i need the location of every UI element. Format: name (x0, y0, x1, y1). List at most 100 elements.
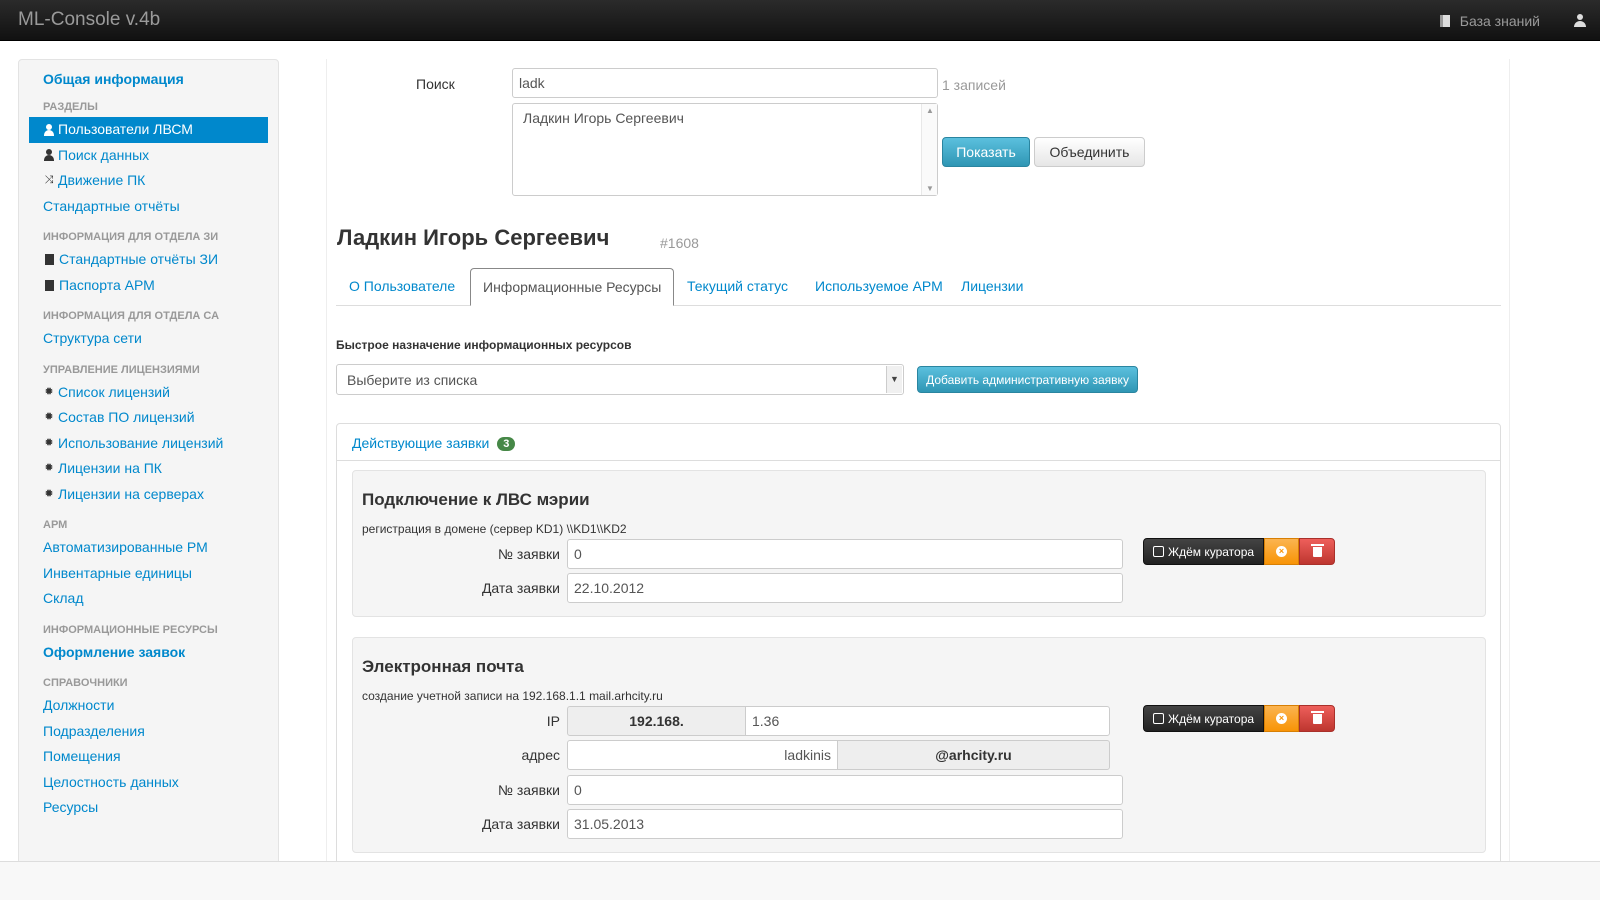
merge-button[interactable]: Объединить (1034, 137, 1145, 167)
resource-select-value: Выберите из списка (347, 372, 478, 388)
sidebar-item-license-software[interactable]: ✹ Состав ПО лицензий (29, 405, 268, 431)
address-user-field[interactable]: ladkinis (567, 740, 838, 770)
ip-suffix-field[interactable]: 1.36 (745, 706, 1110, 736)
user-menu-icon[interactable] (1574, 13, 1586, 28)
sidebar-item-label: Лицензии на ПК (58, 460, 162, 476)
tab-licenses[interactable]: Лицензии (949, 268, 1035, 305)
scroll-up-icon[interactable]: ▲ (926, 106, 934, 115)
edit-icon (1153, 546, 1164, 557)
request-date-label: Дата заявки (481, 580, 560, 596)
sidebar-item-arm-passports[interactable]: Паспорта АРМ (29, 273, 268, 299)
sidebar-item-zi-reports[interactable]: Стандартные отчёты ЗИ (29, 247, 268, 273)
sidebar-item-license-list[interactable]: ✹ Список лицензий (29, 380, 268, 406)
sidebar-item-network-structure[interactable]: Структура сети (29, 326, 268, 352)
book-icon (1439, 14, 1450, 27)
navbar-right: База знаний (1439, 0, 1600, 41)
resource-select[interactable]: Выберите из списка ▼ (336, 364, 904, 395)
sidebar-item-positions[interactable]: Должности (29, 693, 268, 719)
sidebar-item-standard-reports[interactable]: Стандартные отчёты (29, 194, 268, 220)
sidebar-item-label: Ресурсы (43, 799, 99, 815)
show-button[interactable]: Показать (942, 137, 1030, 167)
scrollbar[interactable]: ▲ ▼ (921, 104, 937, 195)
sidebar-item-pc-movement[interactable]: ⤨ Движение ПК (29, 168, 268, 194)
request-date-field[interactable]: 22.10.2012 (567, 573, 1123, 603)
delete-request-button[interactable] (1299, 705, 1336, 732)
sidebar-item-label: Оформление заявок (43, 643, 186, 660)
request-card-email: Электронная почта создание учетной запис… (352, 637, 1486, 853)
sidebar-item-label: Пользователи ЛВСМ (58, 121, 193, 137)
sidebar-section-title: УПРАВЛЕНИЕ ЛИЦЕНЗИЯМИ (43, 363, 200, 376)
sidebar-section-title: РАЗДЕЛЫ (43, 101, 98, 113)
sidebar-item-label: Состав ПО лицензий (58, 409, 195, 425)
sidebar-item-label: Склад (43, 590, 84, 606)
app-title[interactable]: ML-Console v.4b (18, 9, 160, 31)
sidebar-item-data-search[interactable]: Поиск данных (29, 143, 268, 169)
top-navbar: ML-Console v.4b База знаний (0, 0, 1600, 41)
sidebar-item-label: Структура сети (43, 330, 142, 346)
sidebar-item-label: Паспорта АРМ (59, 276, 155, 293)
ip-label: IP (546, 713, 560, 729)
certificate-icon: ✹ (44, 487, 54, 500)
sidebar-item-license-servers[interactable]: ✹ Лицензии на серверах (29, 482, 268, 508)
tab-about-user[interactable]: О Пользователе (337, 268, 467, 305)
sidebar-item-label: Стандартные отчёты (43, 197, 180, 214)
search-label: Поиск (416, 76, 455, 92)
sidebar-item-label: Поиск данных (58, 146, 150, 163)
sidebar-item-label: Помещения (43, 748, 121, 764)
sidebar-item-label: Должности (43, 697, 115, 713)
sidebar-section-title: АРМ (43, 519, 68, 531)
remove-circle-icon: × (1276, 546, 1288, 557)
sidebar-section-title: ИНФОРМАЦИЯ ДЛЯ ОТДЕЛА ЗИ (43, 231, 219, 243)
tab-used-arm[interactable]: Используемое АРМ (803, 268, 955, 305)
search-count: 1 записей (942, 77, 1006, 93)
request-date-label: Дата заявки (481, 816, 560, 832)
sidebar-section-title: СПРАВОЧНИКИ (43, 677, 128, 689)
user-icon (43, 149, 55, 162)
status-button-group: Ждём куратора × (1143, 705, 1336, 732)
trash-icon (1310, 710, 1324, 724)
sidebar-header-general[interactable]: Общая информация (19, 66, 278, 92)
certificate-icon: ✹ (44, 385, 54, 398)
cancel-request-button[interactable]: × (1264, 538, 1300, 565)
request-number-field[interactable]: 0 (567, 775, 1123, 805)
sidebar-item-label: Использование лицензий (58, 434, 224, 451)
sidebar-item-data-integrity[interactable]: Целостность данных (29, 770, 268, 796)
count-badge: 3 (497, 437, 516, 451)
sidebar-item-users-lvsm[interactable]: Пользователи ЛВСМ (29, 117, 268, 143)
search-results-list[interactable]: Ладкин Игорь Сергеевич ▲ ▼ (512, 103, 938, 196)
sidebar-item-inventory[interactable]: Инвентарные единицы (29, 561, 268, 587)
sidebar-item-label: Стандартные отчёты ЗИ (59, 251, 219, 267)
request-date-field[interactable]: 31.05.2013 (567, 809, 1123, 839)
sidebar-item-resources[interactable]: Ресурсы (29, 795, 268, 821)
scroll-down-icon[interactable]: ▼ (926, 184, 934, 193)
remove-circle-icon: × (1276, 713, 1288, 724)
delete-request-button[interactable] (1299, 538, 1336, 565)
request-title: Электронная почта (362, 657, 524, 676)
sidebar-item-license-pc[interactable]: ✹ Лицензии на ПК (29, 456, 268, 482)
search-input[interactable] (512, 68, 938, 98)
status-button[interactable]: Ждём куратора (1143, 705, 1265, 732)
sidebar-item-label: Инвентарные единицы (43, 564, 192, 581)
tab-current-status[interactable]: Текущий статус (675, 268, 800, 305)
sidebar-item-license-usage[interactable]: ✹ Использование лицензий (29, 431, 268, 457)
knowledge-base-link[interactable]: База знаний (1439, 12, 1540, 29)
status-button[interactable]: Ждём куратора (1143, 538, 1265, 565)
sidebar-item-rooms[interactable]: Помещения (29, 744, 268, 770)
sidebar-item-label: Список лицензий (58, 383, 170, 400)
sidebar-item-warehouse[interactable]: Склад (29, 586, 268, 612)
request-number-field[interactable]: 0 (567, 539, 1123, 569)
sidebar-item-departments[interactable]: Подразделения (29, 719, 268, 745)
active-requests-title[interactable]: Действующие заявки 3 (352, 435, 516, 451)
cancel-request-button[interactable]: × (1264, 705, 1300, 732)
request-subtitle: создание учетной записи на 192.168.1.1 m… (362, 689, 663, 703)
search-result-item[interactable]: Ладкин Игорь Сергеевич (523, 110, 684, 126)
request-title: Подключение к ЛВС мэрии (362, 490, 590, 509)
sidebar-item-automated-workplaces[interactable]: Автоматизированные РМ (29, 535, 268, 561)
sidebar-item-request-forms[interactable]: Оформление заявок (29, 640, 268, 666)
user-tabs: О Пользователе Информационные Ресурсы Те… (336, 268, 1501, 306)
knowledge-base-label: База знаний (1459, 12, 1540, 29)
certificate-icon: ✹ (44, 436, 54, 449)
tab-info-resources[interactable]: Информационные Ресурсы (470, 268, 675, 306)
add-admin-request-button[interactable]: Добавить административную заявку (917, 366, 1138, 393)
address-label: адрес (521, 747, 560, 763)
